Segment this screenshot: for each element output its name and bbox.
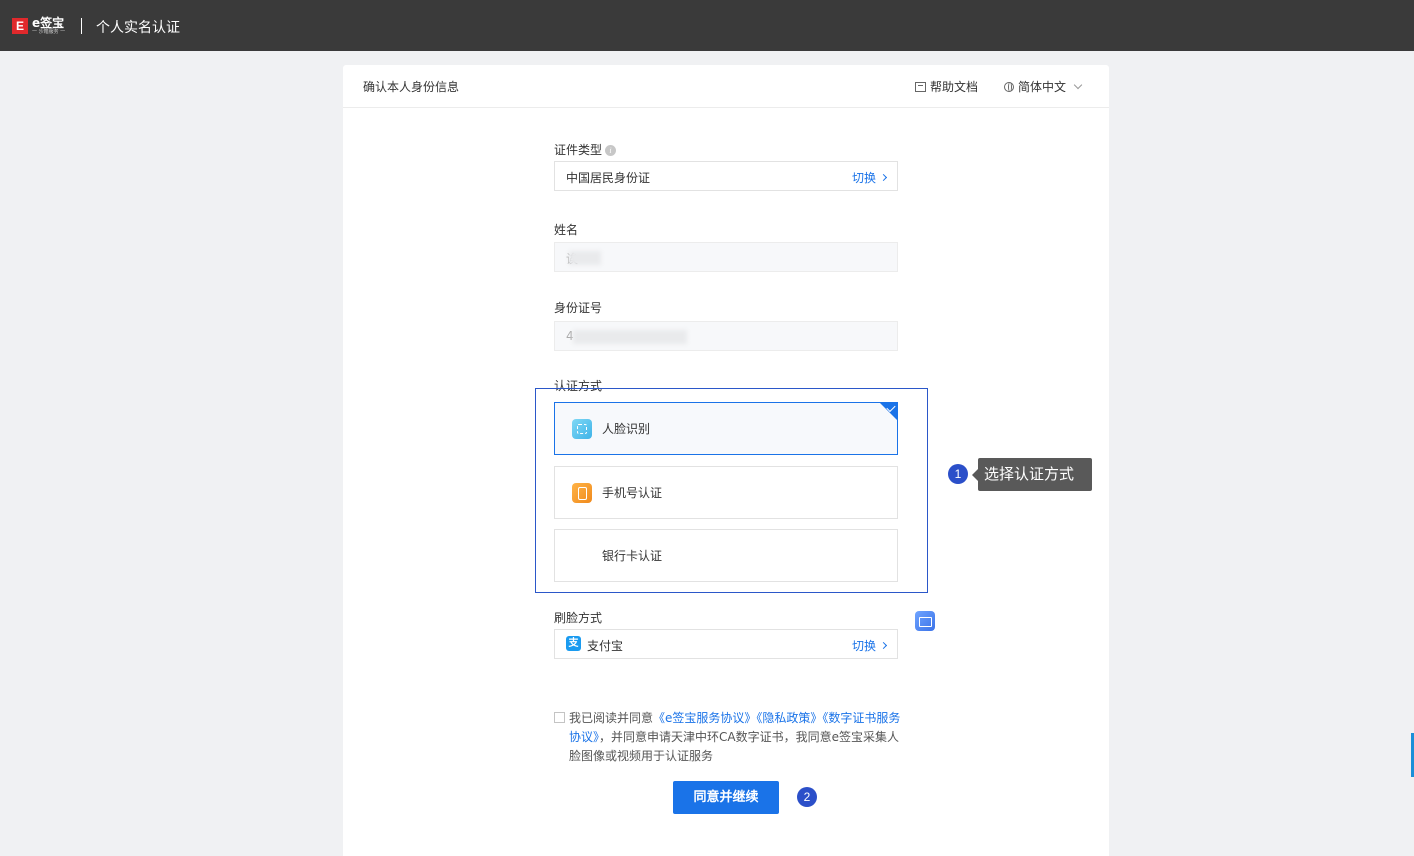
chevron-right-icon <box>879 641 888 650</box>
document-icon <box>915 81 926 92</box>
name-label: 姓名 <box>554 223 579 237</box>
step-2-badge: 2 <box>797 787 817 807</box>
phone-icon <box>572 482 592 503</box>
id-type-value: 中国居民身份证 <box>566 171 651 185</box>
auth-option-phone[interactable]: 手机号认证 <box>554 466 898 519</box>
agreement-checkbox[interactable] <box>554 712 565 723</box>
card-header: 确认本人身份信息 帮助文档 简体中文 <box>343 65 1109 108</box>
logo-subtitle: 一 沙箱服务 一 <box>32 29 66 35</box>
face-method-label: 刷脸方式 <box>554 611 603 625</box>
name-field: 诶 <box>554 242 898 272</box>
name-redaction <box>569 251 601 265</box>
top-bar: E e签宝 一 沙箱服务 一 个人实名认证 <box>0 0 1414 51</box>
face-method-value: 支付宝 <box>587 639 624 653</box>
step-1-badge: 1 <box>948 464 968 484</box>
page-title: 个人实名认证 <box>96 20 180 36</box>
auth-option-bank-label: 银行卡认证 <box>602 549 663 563</box>
auth-option-phone-label: 手机号认证 <box>602 486 663 500</box>
id-type-field: 中国居民身份证 切换 <box>554 161 898 191</box>
logo-mark-icon: E <box>12 18 28 34</box>
help-docs-link[interactable]: 帮助文档 <box>915 78 978 95</box>
esign-logo: E e签宝 一 沙箱服务 一 <box>12 17 65 35</box>
alipay-icon: 支 <box>566 636 581 651</box>
logo-name: e签宝 <box>32 16 65 30</box>
help-docs-label: 帮助文档 <box>930 80 979 94</box>
auth-option-bank[interactable]: 银行卡认证 <box>554 529 935 631</box>
face-method-field: 支 支付宝 切换 <box>554 629 898 659</box>
service-agreement-link[interactable]: 《e签宝服务协议》 <box>653 711 756 725</box>
id-number-label: 身份证号 <box>554 301 603 315</box>
agree-continue-button[interactable]: 同意并继续 <box>673 781 779 814</box>
card-title: 确认本人身份信息 <box>363 80 460 94</box>
face-scan-icon <box>572 418 592 439</box>
privacy-policy-link[interactable]: 《隐私政策》 <box>756 711 822 725</box>
language-label: 简体中文 <box>1018 80 1067 94</box>
id-type-switch-button[interactable]: 切换 <box>852 169 888 186</box>
topbar-divider <box>81 18 82 34</box>
step-1-tooltip: 选择认证方式 <box>972 458 1092 491</box>
chevron-down-icon <box>1073 80 1083 89</box>
language-selector[interactable]: 简体中文 <box>1004 78 1083 95</box>
chevron-right-icon <box>879 173 888 182</box>
auth-option-face[interactable]: 人脸识别 <box>554 402 898 455</box>
agreement-text: 我已阅读并同意《e签宝服务协议》《隐私政策》《数字证书服务协议》，并同意申请天津… <box>569 711 901 763</box>
auth-option-face-label: 人脸识别 <box>602 422 651 436</box>
globe-icon <box>1004 81 1014 92</box>
id-number-field: 4 <box>554 321 898 351</box>
face-method-switch-button[interactable]: 切换 <box>852 637 888 654</box>
id-number-redaction <box>573 330 687 344</box>
id-type-label: 证件类型 i <box>554 141 617 158</box>
info-icon[interactable]: i <box>605 145 617 156</box>
bank-card-icon <box>915 610 935 631</box>
